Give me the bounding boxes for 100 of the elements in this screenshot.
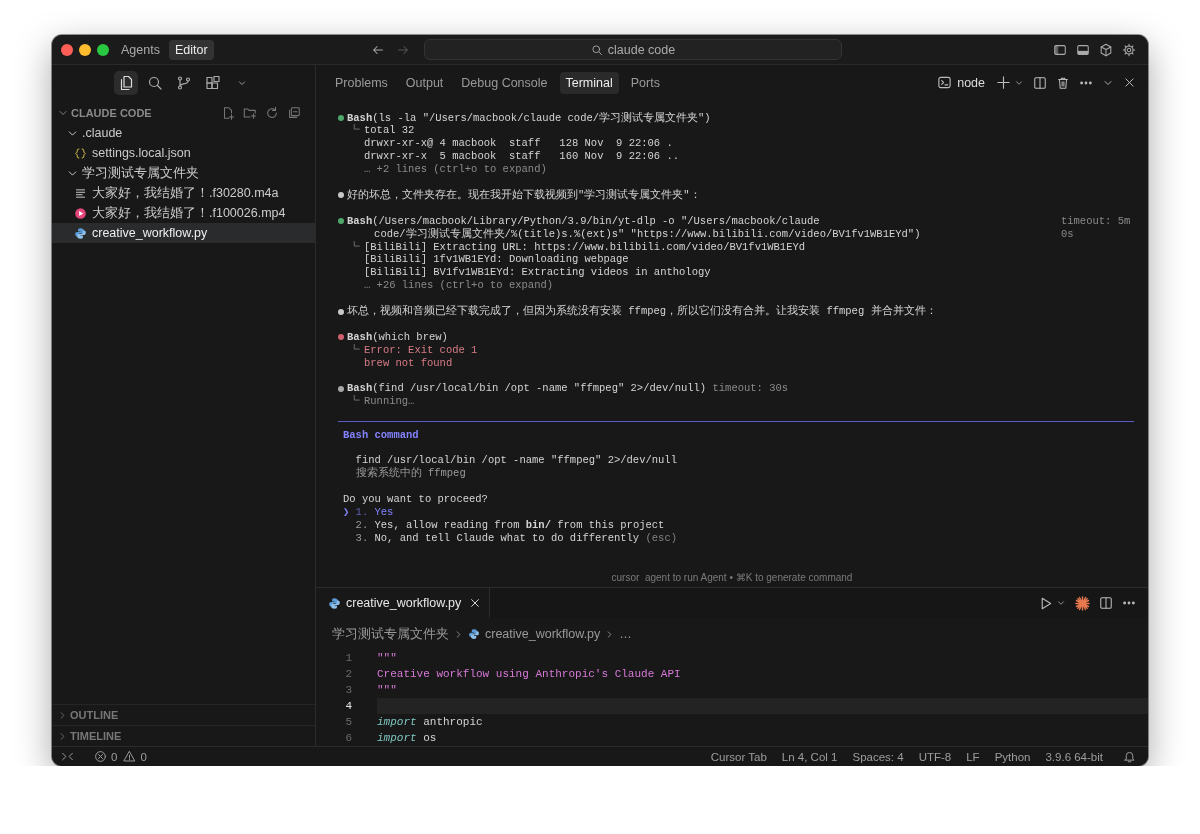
line-number: 5 [344, 715, 352, 730]
chevron-down-icon[interactable] [1056, 598, 1066, 608]
split-icon[interactable] [1033, 75, 1047, 90]
warning-icon [123, 750, 137, 763]
tree-connector-icon [352, 240, 361, 250]
warning-count[interactable]: 0 [140, 750, 147, 763]
refresh-icon[interactable] [265, 106, 279, 120]
search-icon [590, 43, 603, 56]
panel-tab[interactable]: Ports [624, 71, 666, 94]
output-line: drwxr-xr-x@ 4 macbook staff 128 Nov 9 22:06 . [364, 137, 674, 151]
status-item[interactable]: 3.9.6 64-bit [1045, 750, 1103, 763]
branch-icon [175, 74, 192, 91]
status-item[interactable]: Python [994, 750, 1031, 763]
line-number: 4 [344, 699, 352, 714]
sidebar-toggle-icon[interactable] [1053, 42, 1067, 57]
close-icon[interactable] [1123, 76, 1136, 89]
panel-toggle-icon[interactable] [1076, 42, 1090, 57]
code-line: """ [377, 651, 398, 666]
code-line: Creative workflow using Anthropic's Claude API [377, 667, 682, 682]
status-item[interactable]: Cursor Tab [710, 750, 767, 763]
output-line: drwxr-xr-x 5 macbook staff 160 Nov 9 22:06 .. [364, 150, 680, 164]
folder-item[interactable]: .claude [52, 123, 315, 143]
blocks-icon [204, 74, 221, 91]
breadcrumb-item[interactable]: … [619, 627, 632, 641]
tree-connector-icon [352, 343, 361, 353]
panel-tab[interactable]: Terminal [559, 71, 619, 94]
minimize-button[interactable] [79, 43, 91, 56]
python-icon [468, 628, 480, 640]
output-line: total 32 [364, 124, 416, 138]
terminal-name[interactable]: node [957, 75, 985, 90]
new-folder-icon[interactable] [243, 106, 257, 120]
assistant-message: 坏总，视频和音频已经下载完成了，但因为系统没有安装 ffmpeg，所以它们没有合并。让我安装 ffmpeg 并合并文件： [347, 305, 938, 318]
python-icon [328, 596, 341, 610]
file-item[interactable]: 大家好，我结婚了！.f30280.m4a [52, 183, 315, 203]
section-header[interactable]: CLAUDE CODE [52, 103, 315, 123]
line-number: 2 [344, 667, 352, 682]
code-line: """ [377, 683, 398, 698]
split-icon[interactable] [1099, 596, 1113, 610]
line-number: 6 [344, 731, 352, 746]
prompt-title: Bash command [343, 428, 420, 442]
assistant-message: 好的坏总，文件夹存在。现在我开始下载视频到"学习测试专属文件夹"： [347, 188, 702, 202]
timeout-label: timeout: 30s [712, 382, 789, 395]
cube-icon[interactable] [1099, 42, 1113, 57]
mode-tab[interactable]: Editor [168, 39, 214, 60]
panel-tab[interactable]: Debug Console [455, 71, 554, 94]
error-count[interactable]: 0 [111, 750, 118, 763]
bell-icon[interactable] [1123, 750, 1136, 763]
search-field[interactable]: claude code [424, 39, 842, 60]
command-description: 搜索系统中的 ffmpeg [354, 467, 467, 481]
new-terminal-icon[interactable] [996, 75, 1011, 90]
trash-icon[interactable] [1056, 75, 1070, 90]
settings-icon[interactable] [1122, 42, 1136, 57]
collapsed-lines-hint: Running… [364, 395, 415, 409]
timeout-label: timeout: 5m 0s [1060, 214, 1132, 241]
terminal-icon [937, 75, 953, 90]
line-number: 3 [344, 683, 352, 698]
tool-command: Bash(which brew) [347, 330, 448, 344]
explorer-button[interactable] [113, 70, 138, 95]
lines-icon [74, 186, 87, 200]
prompt-question: Do you want to proceed? [343, 493, 489, 507]
file-item[interactable]: 大家好，我结婚了！.f100026.mp4 [52, 203, 315, 223]
command-text: find /usr/local/bin /opt -name "ffmpeg" 2>/dev/null [354, 454, 678, 467]
code-line: import os [377, 731, 438, 746]
file-item[interactable]: settings.local.json [52, 143, 315, 163]
starburst-icon[interactable] [1075, 595, 1090, 611]
file-item[interactable]: creative_workflow.py [52, 223, 315, 243]
collapse-icon[interactable] [287, 106, 301, 120]
option-item[interactable]: ❯ 1. Yes [343, 506, 1134, 519]
folder-item[interactable]: 学习测试专属文件夹 [52, 163, 315, 183]
terminal-hint: cursor agent to run Agent • ⌘K to generate command [610, 572, 854, 585]
output-line: [BiliBili] 1fv1WB1EYd: Downloading webpage [364, 253, 630, 267]
breadcrumb-item[interactable]: creative_workflow.py [485, 627, 601, 641]
close-icon[interactable] [469, 597, 482, 609]
code-line: import anthropic [377, 715, 484, 730]
zoom-button[interactable] [97, 43, 109, 56]
option-item[interactable]: 3. No, and tell Claude what to do differently (esc) [343, 531, 1134, 545]
breadcrumb-item[interactable]: 学习测试专属文件夹 [332, 625, 449, 643]
play-circle-icon [74, 206, 87, 220]
remote-icon[interactable] [61, 750, 74, 763]
output-line: [BiliBili] Extracting URL: https://www.bilibili.com/video/BV1fv1WB1EYd [364, 240, 806, 254]
section-header[interactable]: OUTLINE [52, 704, 315, 725]
tool-command: Bash(ls -la "/Users/macbook/claude code/学习测试专属文件夹") [347, 111, 711, 125]
tool-command: Bash(find /usr/local/bin /opt -name "ffmpeg" 2>/dev/null) [347, 382, 707, 396]
error-icon [94, 750, 107, 763]
collapsed-lines-hint: … +2 lines (ctrl+o to expand) [364, 163, 548, 177]
status-item[interactable]: Ln 4, Col 1 [781, 750, 838, 763]
close-button[interactable] [61, 43, 73, 56]
status-item[interactable]: LF [966, 750, 980, 763]
status-item[interactable]: Spaces: 4 [852, 750, 904, 763]
error-text: brew not found [364, 356, 454, 370]
option-item[interactable]: 2. Yes, allow reading from bin/ from this project [343, 518, 1134, 532]
mode-tab[interactable]: Agents [115, 39, 166, 60]
line-number: 1 [344, 651, 352, 666]
status-item[interactable]: UTF-8 [918, 750, 952, 763]
panel-tab[interactable]: Output [399, 71, 450, 94]
panel-tab[interactable]: Problems [329, 71, 394, 94]
error-text: Error: Exit code 1 [364, 343, 478, 357]
braces-icon [74, 146, 87, 160]
output-line: [BiliBili] BV1fv1WB1EYd: Extracting videos in anthology [364, 266, 712, 280]
new-file-icon[interactable] [221, 106, 235, 120]
